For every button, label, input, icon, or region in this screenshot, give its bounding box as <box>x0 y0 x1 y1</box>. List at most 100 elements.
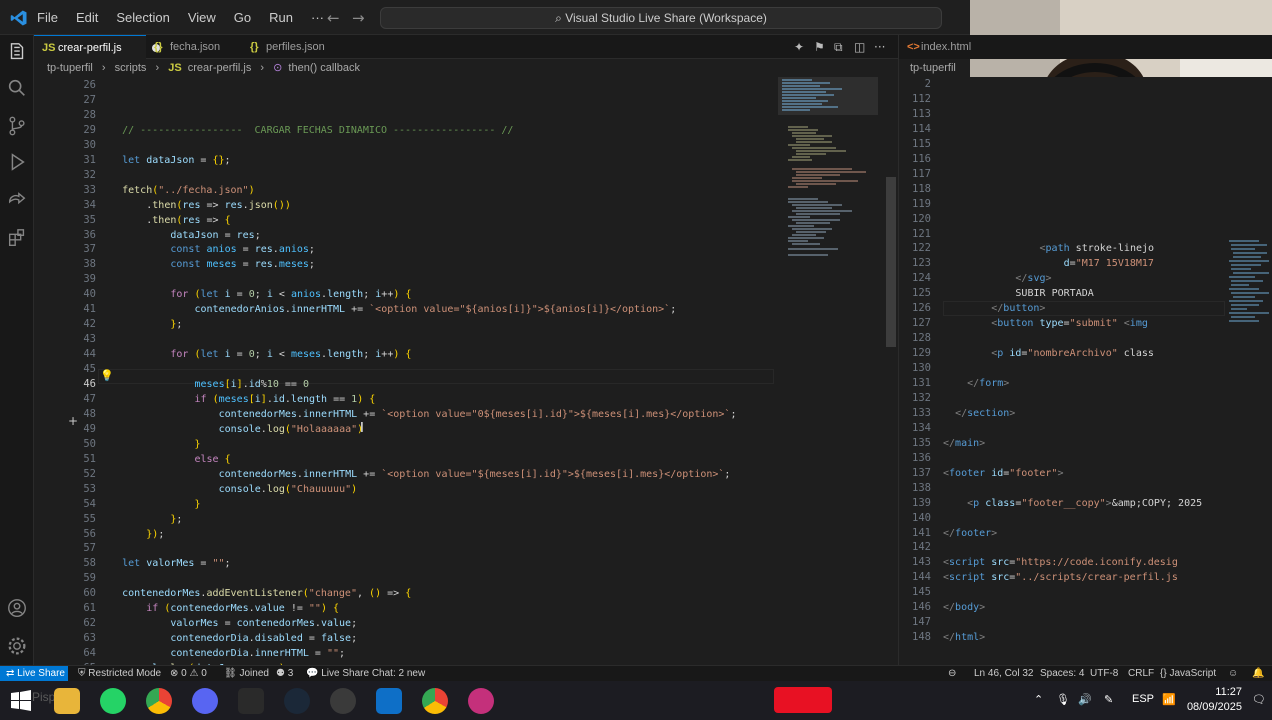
notification-center-icon[interactable]: 🗨 <box>1252 693 1266 706</box>
line-number[interactable]: 119 <box>899 197 931 212</box>
line-number[interactable]: 138 <box>899 481 931 496</box>
code-line[interactable]: dataJson = res; <box>98 228 260 243</box>
line-number[interactable]: 57 <box>34 541 96 556</box>
line-number[interactable]: 50 <box>34 437 96 452</box>
line-number[interactable]: 46 <box>34 377 96 392</box>
line-number[interactable]: 53 <box>34 482 96 497</box>
line-number[interactable]: 32 <box>34 168 96 183</box>
code-line[interactable]: <path stroke-linejo <box>943 241 1155 256</box>
line-number[interactable]: 122 <box>899 241 931 256</box>
line-number[interactable]: 127 <box>899 316 931 331</box>
code-line[interactable]: }); <box>98 527 164 542</box>
code-line[interactable]: .then(res => { <box>98 213 230 228</box>
breadcrumb-symbol[interactable]: then() callback <box>288 62 360 74</box>
line-number[interactable]: 26 <box>34 78 96 93</box>
code-line[interactable]: .then(res => res.json()) <box>98 198 291 213</box>
code-line[interactable]: </html> <box>943 630 985 645</box>
line-number[interactable]: 135 <box>899 436 931 451</box>
code-line[interactable]: }; <box>98 317 182 332</box>
line-number[interactable]: 129 <box>899 346 931 361</box>
vertical-scrollbar[interactable] <box>886 177 896 347</box>
line-number[interactable]: 36 <box>34 228 96 243</box>
forward-arrow-icon[interactable]: → <box>352 9 365 27</box>
add-comment-icon[interactable]: + <box>68 414 78 428</box>
minimap[interactable] <box>778 77 878 277</box>
line-number[interactable]: 116 <box>899 152 931 167</box>
eol-status[interactable]: CRLF <box>1128 666 1154 681</box>
open-changes-icon[interactable]: ⧉ <box>834 40 843 55</box>
code-line[interactable]: fetch("../fecha.json") <box>98 183 254 198</box>
line-number[interactable]: 45 <box>34 362 96 377</box>
code-line[interactable]: <p class="footer__copy">&amp;COPY; 2025 <box>943 496 1202 511</box>
line-number[interactable]: 52 <box>34 467 96 482</box>
indentation-status[interactable]: Spaces: 4 <box>1040 666 1084 681</box>
line-number[interactable]: 137 <box>899 466 931 481</box>
line-number[interactable]: 30 <box>34 138 96 153</box>
live-share-icon[interactable] <box>6 189 28 211</box>
code-line[interactable]: }; <box>98 512 182 527</box>
code-line[interactable]: const anios = res.anios; <box>98 242 315 257</box>
split-editor-icon[interactable]: ◫ <box>854 40 865 54</box>
code-line[interactable]: contenedorAnios.innerHTML += `<option va… <box>98 302 677 317</box>
code-line[interactable]: </body> <box>943 600 985 615</box>
line-number[interactable]: 139 <box>899 496 931 511</box>
line-number[interactable]: 28 <box>34 108 96 123</box>
line-number[interactable]: 144 <box>899 570 931 585</box>
menu-view[interactable]: View <box>179 10 225 25</box>
lightbulb-icon[interactable]: 💡 <box>100 369 114 382</box>
live-share-status[interactable]: ⇄ Live Share <box>0 666 68 682</box>
code-line[interactable]: if (contenedorMes.value != "") { <box>98 601 339 616</box>
volume-icon[interactable]: 🔊 <box>1078 693 1092 706</box>
code-editor-secondary[interactable]: 2 112 113 114 115 116 117 118 119 120 121 122 <path… <box>898 77 1272 665</box>
code-line[interactable]: contenedorMes.innerHTML += `<option valu… <box>98 407 737 422</box>
line-number[interactable]: 123 <box>899 256 931 271</box>
epic-games-icon[interactable] <box>238 688 264 714</box>
line-number[interactable]: 37 <box>34 242 96 257</box>
line-number[interactable]: 43 <box>34 332 96 347</box>
breadcrumb-folder[interactable]: scripts <box>115 62 147 74</box>
line-number[interactable]: 125 <box>899 286 931 301</box>
line-number[interactable]: 40 <box>34 287 96 302</box>
chevron-up-icon[interactable]: ⌃ <box>1034 693 1043 706</box>
line-number[interactable]: 51 <box>34 452 96 467</box>
code-line[interactable]: valorMes = contenedorMes.value; <box>98 616 357 631</box>
line-number[interactable]: 120 <box>899 212 931 227</box>
chrome-icon[interactable] <box>146 688 172 714</box>
line-number[interactable]: 126 <box>899 301 931 316</box>
gear-icon[interactable] <box>6 635 28 657</box>
language-indicator[interactable]: ESP <box>1132 693 1154 705</box>
line-number[interactable]: 44 <box>34 347 96 362</box>
line-number[interactable]: 63 <box>34 631 96 646</box>
encoding-status[interactable]: UTF-8 <box>1090 666 1118 681</box>
code-editor-main[interactable]: 26 27 28 29 // ----------------- CARGAR FEC… <box>34 77 898 665</box>
line-number[interactable]: 29 <box>34 123 96 138</box>
line-number[interactable]: 48 <box>34 407 96 422</box>
code-line[interactable]: } <box>98 497 201 512</box>
line-number[interactable]: 113 <box>899 107 931 122</box>
restricted-mode-status[interactable]: ⛨ Restricted Mode <box>78 666 161 681</box>
line-number[interactable]: 130 <box>899 361 931 376</box>
problems-status[interactable]: ⊗ 0 ⚠ 0 <box>170 666 207 681</box>
code-line[interactable]: for (let i = 0; i < anios.length; i++) { <box>98 287 411 302</box>
code-line[interactable]: </main> <box>943 436 985 451</box>
code-line[interactable]: contenedorMes.innerHTML += `<option valu… <box>98 467 731 482</box>
code-line[interactable]: <button type="submit" <img <box>943 316 1148 331</box>
menu-run[interactable]: Run <box>260 10 302 25</box>
steam-icon[interactable] <box>284 688 310 714</box>
extensions-icon[interactable] <box>6 227 28 249</box>
obs-icon[interactable] <box>330 688 356 714</box>
line-number[interactable]: 55 <box>34 512 96 527</box>
chrome-profile-icon[interactable] <box>422 688 448 714</box>
line-number[interactable]: 31 <box>34 153 96 168</box>
line-number[interactable]: 141 <box>899 526 931 541</box>
code-line[interactable]: <script src="https://code.iconify.desig <box>943 555 1178 570</box>
line-number[interactable]: 142 <box>899 540 931 555</box>
line-number[interactable]: 58 <box>34 556 96 571</box>
source-control-icon[interactable] <box>6 115 28 137</box>
code-line[interactable]: SUBIR PORTADA <box>943 286 1093 301</box>
line-number[interactable]: 117 <box>899 167 931 182</box>
code-line[interactable]: contenedorDia.disabled = false; <box>98 631 357 646</box>
code-line[interactable]: <p id="nombreArchivo" class <box>943 346 1154 361</box>
line-number[interactable]: 38 <box>34 257 96 272</box>
explorer-icon[interactable] <box>6 41 28 63</box>
